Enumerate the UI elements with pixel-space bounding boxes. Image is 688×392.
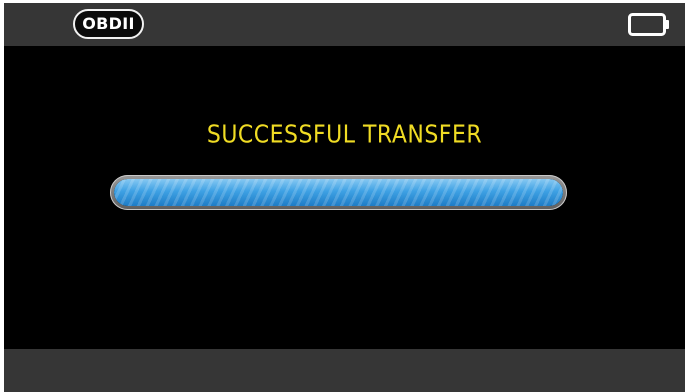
bottom-bar	[4, 349, 685, 392]
progress-track	[114, 179, 563, 206]
main-screen: SUCCESSFUL TRANSFER	[4, 46, 685, 349]
obdii-badge: OBDII	[73, 9, 144, 39]
top-status-bar: OBDII	[4, 3, 685, 46]
progress-bar	[110, 175, 567, 210]
progress-fill	[114, 179, 563, 206]
battery-icon	[628, 13, 669, 36]
status-message: SUCCESSFUL TRANSFER	[206, 121, 483, 149]
device-display: OBDII SUCCESSFUL TRANSFER	[0, 0, 688, 392]
